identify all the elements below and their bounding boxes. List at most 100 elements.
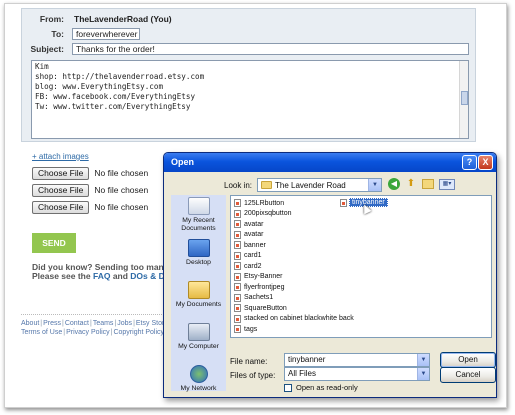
to-label: To: [51,28,64,39]
footer-link-teams[interactable]: Teams [93,320,114,327]
no-file-text: No file chosen [94,168,149,178]
file-item[interactable]: tags [234,324,257,334]
message-line: Tw: www.twitter.com/EverythingEtsy [35,102,191,111]
footer-link-press[interactable]: Press [43,320,61,327]
file-item[interactable]: avatar [234,219,263,229]
look-in-dropdown[interactable]: The Lavender Road ▼ [257,178,382,192]
files-of-type-select[interactable]: All Files ▼ [284,367,430,381]
place-label: My Recent Documents [181,217,216,232]
footer-link-terms[interactable]: Terms of Use [21,329,62,336]
footer-link-contact[interactable]: Contact [65,320,89,327]
image-file-icon [234,251,241,260]
place-recent-documents[interactable]: My Recent Documents [171,197,226,233]
file-name: 200pixsqbutton [244,210,292,217]
my-documents-icon [187,281,210,299]
look-in-label: Look in: [224,181,253,190]
dialog-title: Open [171,157,195,167]
read-only-checkbox[interactable] [284,383,292,392]
file-name: avatar [244,220,264,228]
chevron-down-icon[interactable]: ▼ [368,179,381,191]
image-file-icon [234,230,241,239]
subject-label: Subject: [30,43,64,54]
image-file-icon [234,304,241,312]
file-item[interactable]: flyerfrontjpeg [234,282,284,292]
see-prefix: Please see the [32,271,93,281]
file-item[interactable]: stacked on cabinet blackwhite back [234,314,354,324]
open-button[interactable]: Open [440,352,496,368]
close-icon[interactable]: X [478,155,493,170]
image-file-icon [234,283,241,291]
read-only-checkbox-row[interactable]: Open as read-only [284,383,358,392]
dialog-titlebar[interactable]: Open ? X [164,153,496,172]
help-icon[interactable]: ? [462,155,477,170]
message-line: Kim [35,62,49,71]
footer-link-copyright[interactable]: Copyright Policy [113,329,164,336]
and-text: and [110,271,131,281]
new-folder-icon[interactable] [422,179,434,189]
file-name-label: File name: [230,357,268,366]
compose-panel: From: TheLavenderRoad (You) To: foreverw… [21,8,476,142]
faq-link[interactable]: FAQ [93,271,110,281]
dialog-toolbar: ◀ ⬆ ▦▾ [388,178,455,190]
file-item[interactable]: card2 [234,261,262,271]
choose-file-button[interactable]: Choose File [32,183,90,197]
place-my-computer[interactable]: My Computer [171,323,226,351]
file-item[interactable]: banner [234,240,266,250]
message-textarea[interactable]: Kim shop: http://thelavenderroad.etsy.co… [31,60,469,139]
footer-link-privacy[interactable]: Privacy Policy [66,329,110,336]
chevron-down-icon[interactable]: ▼ [417,368,429,380]
file-name: tags [244,325,258,333]
file-name-input[interactable]: tinybanner ▼ [284,353,430,367]
file-name: Sachets1 [244,294,274,301]
message-line: shop: http://thelavenderroad.etsy.com [35,72,205,81]
file-input-row: Choose File No file chosen [32,183,148,197]
image-file-icon [234,314,241,323]
look-in-value: The Lavender Road [275,180,346,190]
message-line: FB: www.facebook.com/EverythingEtsy [35,92,196,101]
file-item[interactable]: Etsy-Banner [234,272,283,282]
choose-file-button[interactable]: Choose File [32,166,90,180]
no-file-text: No file chosen [94,185,149,195]
attach-images-link[interactable]: + attach images [32,152,89,161]
from-label: From: [39,13,64,24]
back-icon[interactable]: ◀ [388,178,400,190]
no-file-text: No file chosen [94,202,149,212]
file-item[interactable]: SquareButton [234,303,287,313]
screenshot-frame: From: TheLavenderRoad (You) To: foreverw… [4,3,507,408]
scrollbar-thumb[interactable] [461,91,468,105]
file-item[interactable]: Sachets1 [234,293,273,303]
file-name: card1 [244,252,262,259]
up-folder-icon[interactable]: ⬆ [405,178,417,190]
footer-link-jobs[interactable]: Jobs [117,320,132,327]
image-file-icon [340,198,347,207]
image-file-icon [234,209,241,218]
file-name: card2 [244,262,262,270]
file-list[interactable]: 125LRbutton 200pixsqbutton avatar avatar… [230,195,492,338]
file-name: banner [244,241,266,249]
image-file-icon [234,293,241,302]
file-name: 125LRbutton [244,199,285,207]
file-item[interactable]: card1 [234,251,262,261]
image-file-icon [234,241,241,249]
image-file-icon [234,325,241,333]
footer-link-about[interactable]: About [21,320,39,327]
file-item[interactable]: 125LRbutton [234,198,284,208]
chevron-down-icon[interactable]: ▼ [417,354,429,366]
files-of-type-value: All Files [288,369,317,378]
place-my-network[interactable]: My Network [171,365,226,393]
to-field[interactable]: foreverwherever [72,27,140,40]
place-desktop[interactable]: Desktop [171,239,226,267]
send-button[interactable]: SEND [32,233,76,253]
choose-file-button[interactable]: Choose File [32,200,90,214]
image-file-icon [234,199,241,207]
footer-links-row2: Terms of Use|Privacy Policy|Copyright Po… [21,329,165,336]
file-item[interactable]: 200pixsqbutton [234,209,291,219]
recent-documents-icon [187,197,210,215]
subject-field[interactable]: Thanks for the order! [72,42,469,55]
message-scrollbar[interactable] [459,61,468,138]
place-my-documents[interactable]: My Documents [171,281,226,309]
view-menu-icon[interactable]: ▦▾ [439,178,455,190]
file-item[interactable]: avatar [234,230,263,240]
cancel-button[interactable]: Cancel [440,367,496,383]
file-name: stacked on cabinet blackwhite back [244,315,354,322]
